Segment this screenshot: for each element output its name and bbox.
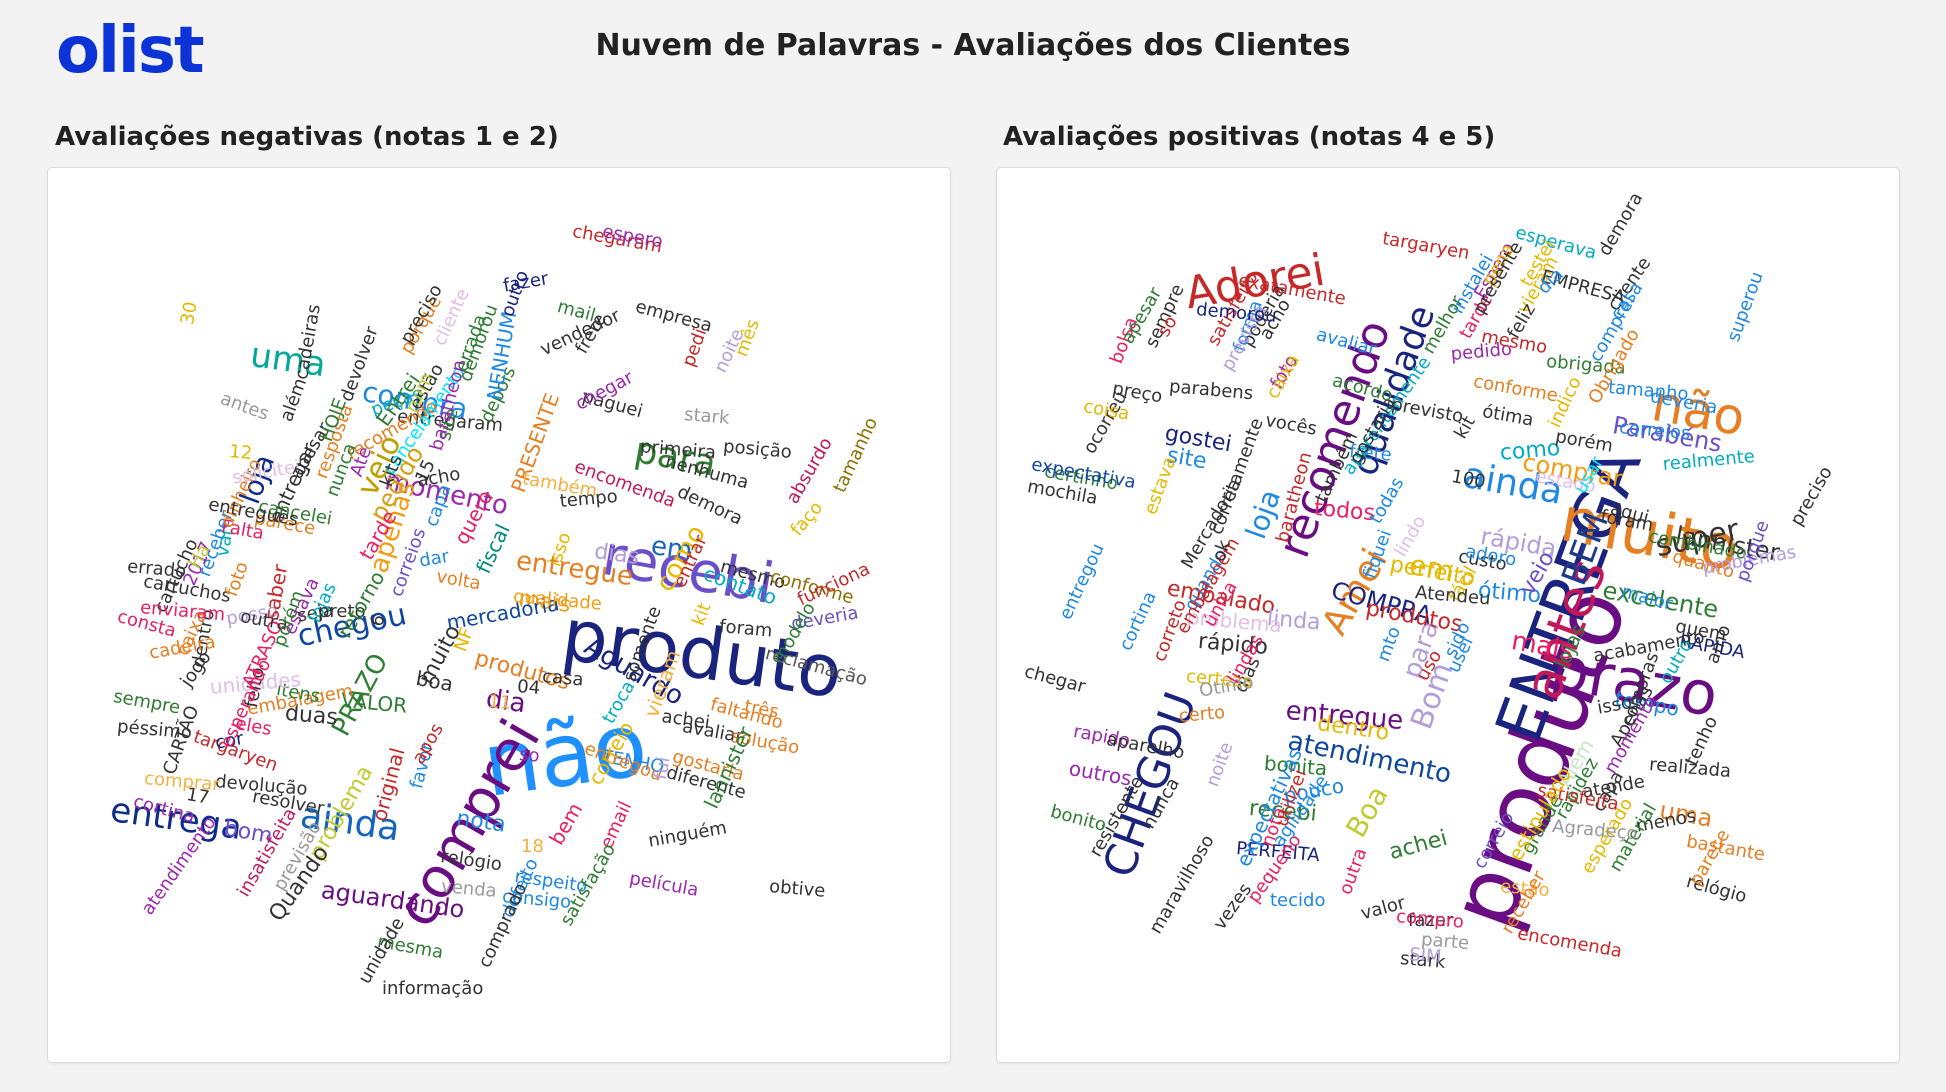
cloud-word: todas bbox=[1365, 473, 1409, 528]
cloud-word: devolução bbox=[214, 771, 309, 800]
cloud-word: sempre bbox=[111, 686, 182, 719]
cloud-word: informação bbox=[382, 978, 484, 999]
cloud-word: péssimo bbox=[116, 716, 193, 744]
cloud-word: tecido bbox=[1270, 890, 1326, 911]
cloud-word: estava bbox=[1140, 453, 1181, 518]
cloud-word: porém bbox=[1553, 426, 1615, 457]
cloud-word: vezes bbox=[1209, 879, 1257, 934]
negative-reviews-title: Avaliações negativas (notas 1 e 2) bbox=[55, 122, 559, 152]
page-title: Nuvem de Palavras - Avaliações dos Clien… bbox=[595, 28, 1351, 63]
cloud-word: fui bbox=[650, 755, 675, 782]
cloud-word: entregou bbox=[1055, 540, 1109, 624]
cloud-word: além bbox=[276, 375, 312, 425]
cloud-word: 12 bbox=[228, 441, 253, 464]
cloud-word: 18 bbox=[521, 836, 544, 857]
cloud-word: chegar bbox=[1022, 661, 1088, 698]
cloud-word: apos bbox=[408, 719, 448, 768]
negative-wordcloud: não produto recebi comprei entrega ainda para u… bbox=[48, 168, 950, 1062]
cloud-word: stark bbox=[683, 404, 731, 429]
cloud-word: parabens bbox=[1168, 376, 1255, 405]
cloud-word: 11 bbox=[487, 691, 512, 714]
cloud-word: coisa bbox=[1081, 396, 1131, 425]
cloud-word: obtive bbox=[768, 876, 827, 902]
cloud-word: certo bbox=[1177, 701, 1226, 727]
cloud-word: noite bbox=[1202, 739, 1238, 790]
cloud-word: foram bbox=[718, 616, 774, 642]
cloud-word: superou bbox=[1723, 268, 1768, 345]
cloud-word: preciso bbox=[1786, 462, 1837, 530]
cloud-word: caixa bbox=[1262, 350, 1305, 403]
cloud-word: comprar bbox=[143, 768, 221, 796]
negative-wordcloud-card: não produto recebi comprei entrega ainda para u… bbox=[47, 167, 951, 1063]
cloud-word: tamanho bbox=[829, 414, 883, 497]
cloud-word: 04 bbox=[516, 676, 541, 699]
cloud-word: targaryen bbox=[1380, 228, 1472, 265]
positive-wordcloud-card: produto ENTREGA prazo muito antes CHEGOU Adore… bbox=[996, 167, 1900, 1063]
cloud-word: 100 bbox=[1449, 466, 1488, 493]
cloud-word: maravilhoso bbox=[1145, 831, 1219, 938]
cloud-word: realmente bbox=[1661, 445, 1756, 475]
cloud-word: 30 bbox=[177, 300, 202, 327]
cloud-word: outra bbox=[1335, 845, 1372, 898]
cloud-word: boa bbox=[414, 666, 455, 697]
cloud-word: vocês bbox=[1263, 410, 1319, 440]
cloud-word: casa bbox=[541, 666, 585, 691]
cloud-word: achei bbox=[1386, 825, 1451, 866]
cloud-word: so bbox=[518, 744, 541, 767]
cloud-word: errado bbox=[126, 556, 187, 583]
cloud-word: volta bbox=[434, 566, 483, 595]
cloud-word: Boa bbox=[1339, 780, 1395, 843]
positive-reviews-title: Avaliações positivas (notas 4 e 5) bbox=[1003, 122, 1496, 152]
cloud-word: pedi bbox=[678, 325, 712, 370]
cloud-word: ninguém bbox=[646, 817, 729, 852]
cloud-word: encomenda bbox=[1515, 923, 1624, 963]
cloud-word: fazer bbox=[501, 268, 550, 297]
cloud-word: como bbox=[1498, 435, 1562, 466]
cloud-word: mail bbox=[555, 296, 598, 327]
positive-wordcloud: produto ENTREGA prazo muito antes CHEGOU Adore… bbox=[997, 168, 1899, 1062]
cloud-word: outros bbox=[1067, 756, 1134, 791]
cloud-word: antes bbox=[217, 388, 272, 425]
cloud-word: posição bbox=[722, 436, 793, 463]
cloud-word: mês bbox=[731, 316, 764, 360]
cloud-word: foto bbox=[221, 559, 253, 600]
cloud-word: mto bbox=[1373, 623, 1406, 665]
cloud-word: SIM bbox=[1408, 944, 1443, 968]
cloud-word: faço bbox=[786, 497, 828, 541]
cloud-word: ótima bbox=[1480, 401, 1536, 431]
cloud-word: bonito bbox=[1048, 801, 1109, 837]
cloud-word: dias bbox=[592, 539, 641, 571]
cloud-word: demorou bbox=[1195, 299, 1278, 327]
cloud-word: demora bbox=[1594, 188, 1648, 260]
cloud-word: película bbox=[627, 868, 701, 901]
cloud-word: venda bbox=[440, 876, 498, 902]
